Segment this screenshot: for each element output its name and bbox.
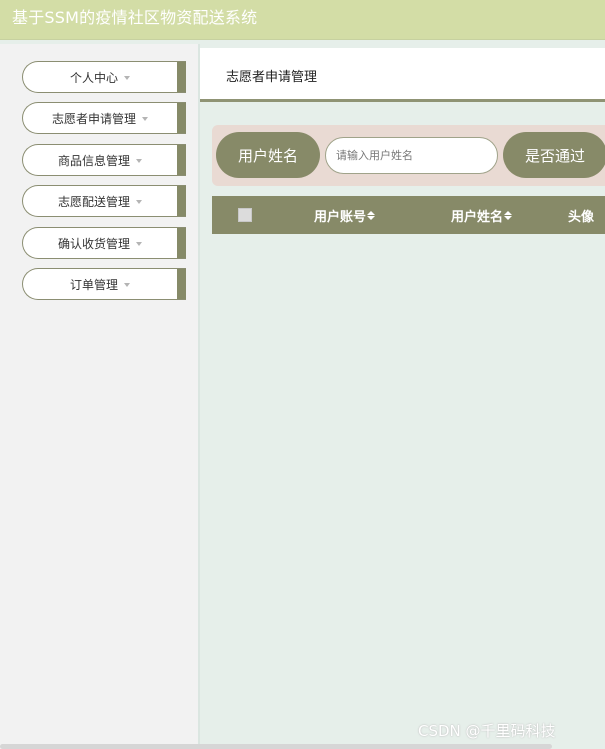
sidebar-item-label: 个人中心 (69, 70, 118, 85)
sidebar: 个人中心 志愿者申请管理 商品信息管理 志愿配送管理 确认收货管理 订单管理 (0, 44, 200, 749)
menu-accent (177, 62, 186, 92)
column-header-label: 用户账号 (314, 209, 367, 225)
chevron-down-icon (124, 75, 130, 80)
table-header: 用户账号 用户姓名 头像 (212, 196, 605, 234)
menu-accent (177, 186, 186, 216)
column-header-label: 头像 (568, 209, 595, 225)
menu-accent (177, 269, 186, 299)
sidebar-item-volunteer-delivery[interactable]: 志愿配送管理 (22, 185, 186, 217)
chevron-down-icon (136, 241, 142, 246)
page-header: 志愿者申请管理 (200, 48, 605, 102)
column-header-account[interactable]: 用户账号 (314, 196, 376, 234)
search-input[interactable] (325, 137, 498, 174)
column-header-avatar: 头像 (568, 196, 594, 234)
watermark: CSDN @千里码科技 (418, 722, 556, 740)
sort-icon[interactable] (367, 210, 376, 220)
app-title: 基于SSM的疫情社区物资配送系统 (12, 8, 258, 27)
page-title: 志愿者申请管理 (226, 70, 318, 85)
chevron-down-icon (142, 116, 148, 121)
column-header-label: 用户姓名 (451, 209, 504, 225)
sidebar-item-label: 确认收货管理 (57, 236, 130, 251)
menu-accent (177, 145, 186, 175)
sidebar-item-label: 商品信息管理 (57, 153, 130, 168)
sidebar-item-orders[interactable]: 订单管理 (22, 268, 186, 300)
sidebar-item-goods-info[interactable]: 商品信息管理 (22, 144, 186, 176)
sidebar-item-volunteer-application[interactable]: 志愿者申请管理 (22, 102, 186, 134)
select-all-checkbox[interactable] (238, 208, 252, 222)
sort-icon[interactable] (504, 210, 513, 220)
chevron-down-icon (136, 199, 142, 204)
chevron-down-icon (124, 282, 130, 287)
sidebar-item-label: 志愿配送管理 (57, 194, 130, 209)
search-label: 用户姓名 (216, 132, 320, 178)
sidebar-item-label: 志愿者申请管理 (51, 111, 136, 126)
sidebar-item-label: 订单管理 (69, 277, 118, 292)
horizontal-scrollbar[interactable] (0, 744, 552, 749)
column-header-username[interactable]: 用户姓名 (451, 196, 513, 234)
menu-accent (177, 103, 186, 133)
approval-filter-button[interactable]: 是否通过 (503, 132, 605, 178)
sidebar-item-personal-center[interactable]: 个人中心 (22, 61, 186, 93)
menu-accent (177, 228, 186, 258)
search-bar: 用户姓名 是否通过 (212, 125, 605, 186)
top-bar: 基于SSM的疫情社区物资配送系统 (0, 0, 605, 40)
sidebar-item-confirm-receipt[interactable]: 确认收货管理 (22, 227, 186, 259)
chevron-down-icon (136, 158, 142, 163)
